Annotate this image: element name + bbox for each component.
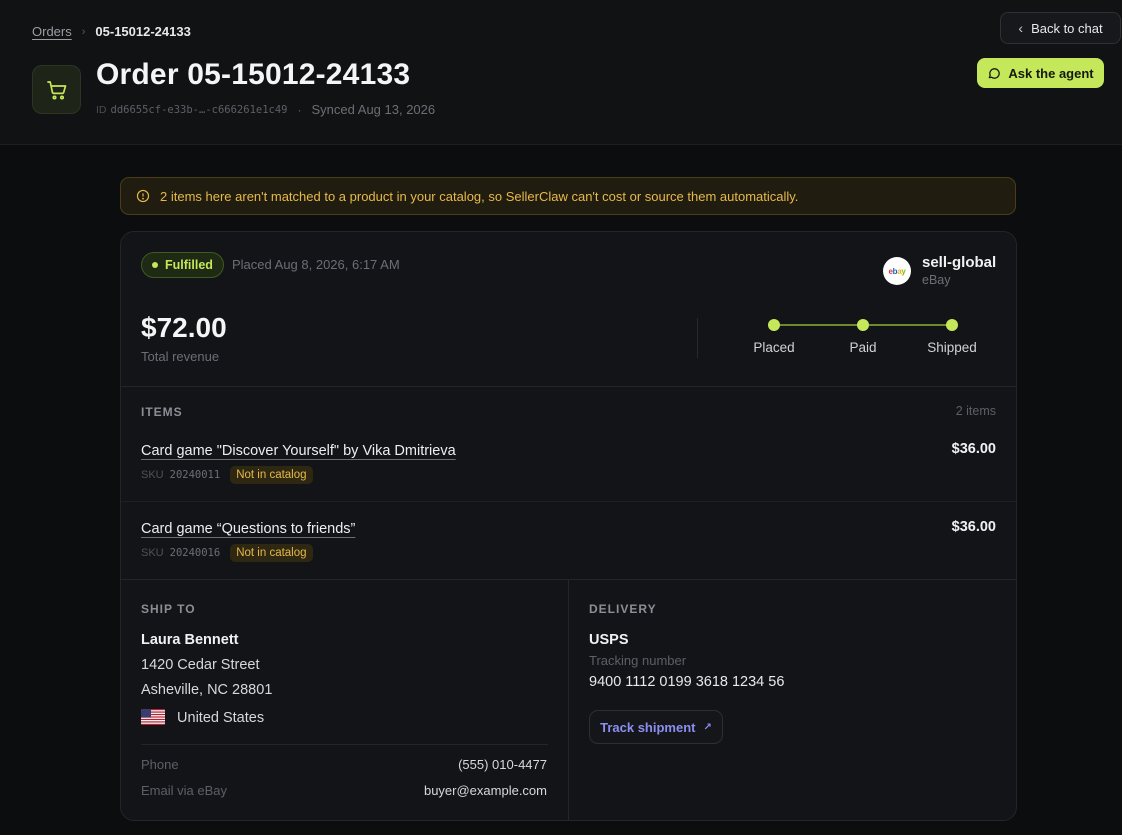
recipient-name: Laura Bennett <box>141 632 239 648</box>
items-heading: ITEMS <box>141 405 183 419</box>
track-shipment-button[interactable]: Track shipment ↗ <box>589 710 723 744</box>
timeline-connector <box>869 324 952 326</box>
divider <box>121 501 1016 502</box>
back-to-chat-label: Back to chat <box>1031 20 1103 36</box>
divider <box>697 318 698 358</box>
page-header: Orders › 05-15012-24133 ‹ Back to chat O… <box>0 0 1122 145</box>
not-in-catalog-badge: Not in catalog <box>230 466 313 484</box>
meta-separator: · <box>297 102 302 117</box>
ship-to-heading: SHIP TO <box>141 602 196 616</box>
timeline-connector <box>780 324 863 326</box>
cart-icon <box>32 65 81 114</box>
external-arrow-icon: ↗ <box>703 721 712 733</box>
item-sku-row: SKU 20240016 Not in catalog <box>141 544 313 562</box>
email-value: buyer@example.com <box>423 783 547 798</box>
chevron-left-icon: ‹ <box>1018 20 1024 36</box>
chat-bubble-icon <box>989 68 1001 79</box>
address-country-row: United States <box>141 709 264 726</box>
phone-value: (555) 010-4477 <box>458 757 547 772</box>
timeline-label-placed: Placed <box>753 340 795 355</box>
tracking-number: 9400 1112 0199 3618 1234 56 <box>589 674 785 690</box>
sku-value: 20240016 <box>169 547 221 559</box>
divider <box>141 744 548 745</box>
breadcrumb-current: 05-15012-24133 <box>95 24 191 39</box>
address-street: 1420 Cedar Street <box>141 657 260 673</box>
breadcrumb: Orders › 05-15012-24133 <box>32 24 191 39</box>
item-name-link[interactable]: Card game “Questions to friends” <box>141 521 355 537</box>
item-sku-row: SKU 20240011 Not in catalog <box>141 466 313 484</box>
address-country: United States <box>177 710 265 726</box>
tracking-label: Tracking number <box>589 653 687 668</box>
info-circle-icon <box>136 189 150 203</box>
timeline-label-shipped: Shipped <box>927 340 977 355</box>
ask-agent-button[interactable]: Ask the agent <box>977 58 1104 88</box>
timeline-label-paid: Paid <box>849 340 877 355</box>
divider <box>121 579 1016 580</box>
sku-label: SKU <box>141 469 164 481</box>
email-label: Email via eBay <box>141 783 227 798</box>
order-id: dd6655cf-e33b-…-c666261e1c49 <box>110 103 288 116</box>
status-dot-icon <box>152 262 158 268</box>
total-revenue-value: $72.00 <box>141 312 227 343</box>
divider <box>568 579 569 820</box>
not-in-catalog-badge: Not in catalog <box>230 544 313 562</box>
timeline-dot-paid <box>857 319 869 331</box>
carrier-name: USPS <box>589 632 629 648</box>
placed-timestamp: Placed Aug 8, 2026, 6:17 AM <box>232 257 400 272</box>
delivery-heading: DELIVERY <box>589 602 657 616</box>
id-label: ID <box>96 103 107 116</box>
address-city: Asheville, NC 28801 <box>141 682 273 698</box>
status-label: Fulfilled <box>165 258 213 272</box>
store-name: sell-global <box>922 254 997 271</box>
ask-agent-label: Ask the agent <box>1008 65 1094 81</box>
warning-text: 2 items here aren't matched to a product… <box>160 188 799 204</box>
breadcrumb-orders-link[interactable]: Orders <box>32 24 72 39</box>
phone-label: Phone <box>141 757 179 772</box>
item-price: $36.00 <box>951 441 996 457</box>
total-revenue-label: Total revenue <box>141 349 220 364</box>
back-to-chat-button[interactable]: ‹ Back to chat <box>1000 12 1121 44</box>
timeline-dot-placed <box>768 319 780 331</box>
store-channel: eBay <box>922 273 951 287</box>
page-title: Order 05-15012-24133 <box>96 58 411 91</box>
us-flag-icon <box>141 709 165 725</box>
divider <box>121 386 1016 387</box>
breadcrumb-separator: › <box>81 25 86 38</box>
order-card: Fulfilled Placed Aug 8, 2026, 6:17 AM eb… <box>120 231 1017 821</box>
track-shipment-label: Track shipment <box>600 719 696 735</box>
status-badge: Fulfilled <box>141 252 224 278</box>
ebay-logo-icon: ebay <box>883 257 911 285</box>
order-meta: ID dd6655cf-e33b-…-c666261e1c49 · Synced… <box>96 102 435 117</box>
item-name-link[interactable]: Card game "Discover Yourself" by Vika Dm… <box>141 443 456 459</box>
sku-value: 20240011 <box>169 469 221 481</box>
items-count: 2 items <box>955 404 996 418</box>
synced-timestamp: Synced Aug 13, 2026 <box>311 102 436 117</box>
unmatched-items-warning: 2 items here aren't matched to a product… <box>120 177 1016 215</box>
item-price: $36.00 <box>951 519 996 535</box>
timeline-dot-shipped <box>946 319 958 331</box>
sku-label: SKU <box>141 547 164 559</box>
